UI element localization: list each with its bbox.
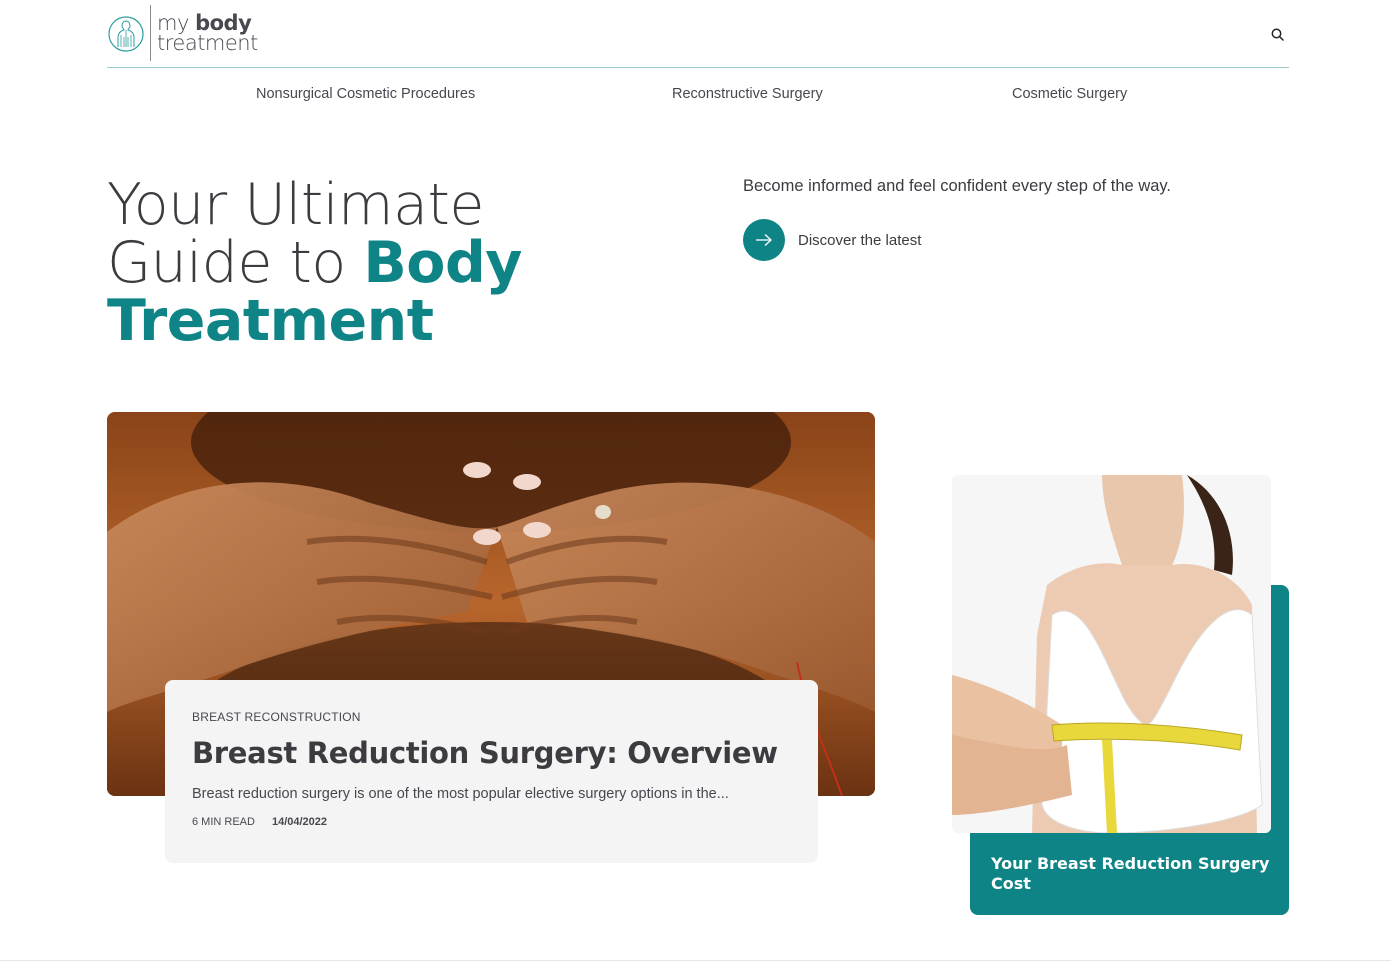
logo-word-treatment: treatment [157, 31, 258, 55]
logo-wordmark: my body treatment [157, 13, 258, 55]
search-button[interactable] [1267, 24, 1287, 44]
discover-label[interactable]: Discover the latest [798, 232, 921, 249]
search-icon [1271, 28, 1284, 41]
measuring-tape-photo [952, 475, 1271, 833]
hero-title-line2: Guide to [107, 230, 346, 296]
site-header: my body treatment [107, 0, 1289, 68]
discover-circle[interactable] [743, 219, 785, 261]
hero-title-accent2: Treatment [107, 288, 434, 354]
featured-article-card[interactable]: BREAST RECONSTRUCTION Breast Reduction S… [165, 680, 818, 863]
hero-title-line1: Your Ultimate [107, 172, 484, 238]
main-nav: Nonsurgical Cosmetic Procedures Reconstr… [0, 86, 1391, 108]
logo-divider [150, 5, 151, 61]
featured-title[interactable]: Breast Reduction Surgery: Overview [192, 736, 791, 770]
hero-subtitle: Become informed and feel confident every… [743, 177, 1172, 195]
featured-meta: 6 MIN READ 14/04/2022 [192, 816, 791, 828]
featured-category[interactable]: BREAST RECONSTRUCTION [192, 710, 791, 724]
side-article-image[interactable] [952, 475, 1271, 833]
nav-item-nonsurgical[interactable]: Nonsurgical Cosmetic Procedures [256, 86, 475, 102]
hero-title-accent1: Body [363, 230, 522, 296]
hero-title: Your Ultimate Guide to Body Treatment [107, 176, 667, 350]
nav-item-cosmetic[interactable]: Cosmetic Surgery [1012, 86, 1127, 102]
publish-date: 14/04/2022 [271, 816, 328, 828]
side-article-title[interactable]: Your Breast Reduction Surgery Cost [991, 854, 1281, 894]
site-logo[interactable]: my body treatment [107, 4, 258, 62]
nav-item-reconstructive[interactable]: Reconstructive Surgery [672, 86, 823, 102]
discover-latest-button[interactable]: Discover the latest [743, 219, 921, 261]
logo-body-icon [108, 16, 144, 52]
read-time: 6 MIN READ [192, 816, 255, 828]
arrow-right-icon [756, 234, 772, 246]
featured-excerpt: Breast reduction surgery is one of the m… [192, 786, 729, 802]
